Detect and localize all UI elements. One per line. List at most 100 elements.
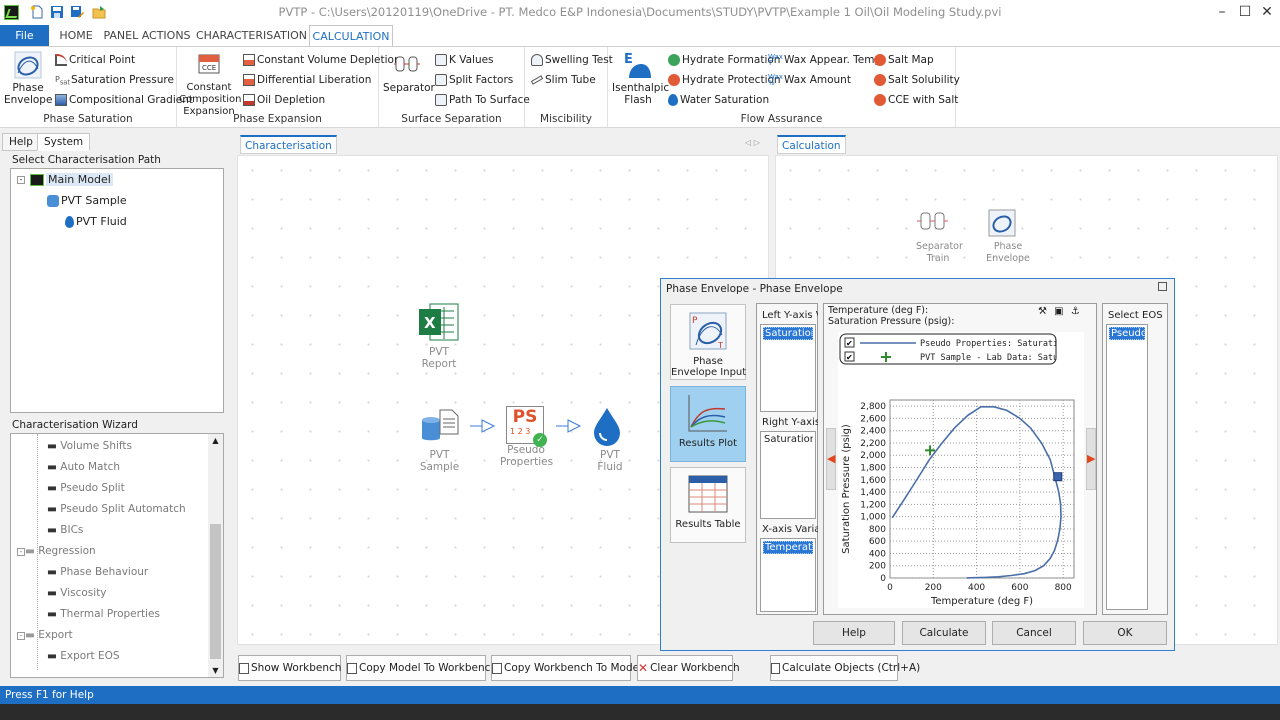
tab-characterisation[interactable]: CHARACTERISATION (196, 25, 307, 46)
phase-envelope-button[interactable]: Phase Envelope (4, 51, 52, 106)
left-y-list[interactable]: Saturation Pressure (760, 324, 816, 412)
cancel-button[interactable]: Cancel (992, 621, 1076, 645)
scroll-thumb[interactable] (210, 524, 221, 659)
collapse-icon[interactable]: - (17, 176, 25, 184)
y-tick-label: 1,200 (860, 500, 886, 510)
close-button[interactable]: ✕ (1256, 2, 1278, 22)
water-saturation-button[interactable]: Water Saturation (668, 91, 769, 109)
minimize-button[interactable]: – (1211, 2, 1233, 22)
wizard-thermal-properties[interactable]: ▬ Thermal Properties (47, 604, 160, 625)
wizard-export[interactable]: - ▬ Export (17, 625, 73, 646)
export-icon[interactable]: ▣ (1054, 306, 1063, 317)
right-y-item[interactable]: Saturation Pressure (763, 434, 813, 447)
oil-depletion-button[interactable]: Oil Depletion (243, 91, 325, 109)
critical-point-button[interactable]: Critical Point (55, 51, 135, 69)
wax-amount-button[interactable]: Wax% Wax Amount (768, 71, 851, 89)
wax-appear-temp-button[interactable]: Wax T Wax Appear. Temp. (768, 51, 884, 69)
wizard-auto-match[interactable]: ▬ Auto Match (47, 457, 120, 478)
cce-with-salt-button[interactable]: CCE with Salt (874, 91, 958, 109)
tools-icon[interactable]: ⚒ (1038, 306, 1047, 317)
x-axis-selected[interactable]: Temperature (763, 541, 813, 554)
prev-plot-arrow[interactable]: ◀ (826, 428, 836, 490)
y-tick-label: 1,800 (860, 464, 886, 474)
settings-icon[interactable]: ⚓ (1071, 306, 1080, 317)
saturation-pressure-button[interactable]: PsatSaturation Pressure (55, 71, 174, 89)
phase-envelope-chart[interactable]: 0 200 400 600 800 0 200 400 600 800 1,000 1,200 1,40… (838, 332, 1084, 608)
salt-map-icon (874, 54, 886, 66)
wizard-phase-behaviour[interactable]: ▬ Phase Behaviour (47, 562, 148, 583)
eos-list[interactable]: Pseudo P (1106, 324, 1148, 610)
cvd-button[interactable]: Constant Volume Depletion (243, 51, 401, 69)
path-to-surface-button[interactable]: Path To Surface (435, 91, 530, 109)
wizard-pseudo-split[interactable]: ▬ Pseudo Split (47, 478, 125, 499)
clear-workbench-button[interactable]: ✕ Clear Workbench (637, 655, 740, 681)
x-axis-list[interactable]: Temperature (760, 538, 816, 612)
scroll-down-icon[interactable]: ▼ (208, 666, 223, 675)
node-pvt-fluid[interactable]: PVT Fluid (590, 406, 634, 473)
results-plot-button[interactable]: Results Plot (670, 386, 746, 462)
tab-calculation-doc[interactable]: Calculation (777, 135, 846, 154)
salt-map-button[interactable]: Salt Map (874, 51, 934, 69)
tree-item-pvt-fluid[interactable]: PVT Fluid (65, 212, 127, 232)
wizard-pseudo-split-automatch[interactable]: ▬ Pseudo Split Automatch (47, 499, 186, 520)
separator-button[interactable]: Separator (383, 51, 435, 94)
maximize-button[interactable]: ☐ (1234, 2, 1256, 22)
ok-button[interactable]: OK (1083, 621, 1167, 645)
tab-panel-actions[interactable]: PANEL ACTIONS (103, 25, 191, 46)
tab-scroll-icons[interactable]: ◁ ▷ (745, 138, 760, 147)
results-table-button[interactable]: Results Table (670, 467, 746, 543)
water-saturation-label: Water Saturation (680, 94, 770, 106)
y-tick-label: 2,600 (860, 414, 886, 424)
left-panel: Help System Select Characterisation Path… (0, 133, 233, 683)
phase-envelope-input-button[interactable]: PT Phase Envelope Input (670, 304, 746, 380)
compositional-gradient-button[interactable]: Compositional Gradient (55, 91, 193, 109)
wizard-viscosity[interactable]: ▬ Viscosity (47, 583, 107, 604)
tab-file[interactable]: File (0, 25, 49, 46)
salt-solubility-button[interactable]: Salt Solubility (874, 71, 960, 89)
scroll-up-icon[interactable]: ▲ (208, 436, 223, 445)
cce-button[interactable]: CCE Constant Composition Expansion (179, 51, 241, 118)
tree-item-pvt-sample[interactable]: PVT Sample (47, 191, 127, 211)
slim-tube-button[interactable]: Slim Tube (530, 71, 596, 89)
swelling-test-button[interactable]: Swelling Test (531, 51, 613, 69)
tab-home[interactable]: HOME (52, 25, 100, 46)
help-button[interactable]: Help (813, 621, 895, 645)
hydrate-protection-button[interactable]: Hydrate Protection (668, 71, 781, 89)
eos-selected[interactable]: Pseudo P (1109, 327, 1145, 340)
tree-item-main-model[interactable]: Main Model (30, 170, 113, 190)
wizard-bics[interactable]: ▬ BICs (47, 520, 83, 541)
node-separator-train[interactable]: Separator Train (916, 208, 963, 265)
node-pseudo-properties[interactable]: PS 1 2 3 ✓ Pseudo Properties (500, 406, 553, 468)
cce-salt-icon (874, 94, 886, 106)
wizard-export-eos[interactable]: ▬ Export EOS (47, 646, 120, 667)
show-workbench-button[interactable]: Show Workbench (238, 655, 341, 681)
right-y-list[interactable]: Saturation Pressure (760, 431, 816, 519)
node-pvt-report[interactable]: X PVT Report (416, 301, 466, 370)
dl-icon (243, 74, 255, 86)
wizard-scrollbar[interactable]: ▲ ▼ (208, 434, 223, 677)
copy-model-to-workbench-button[interactable]: Copy Model To Workbench (346, 655, 497, 681)
dialog-maximize-icon[interactable] (1158, 282, 1167, 291)
split-factors-button[interactable]: Split Factors (435, 71, 513, 89)
y-tick-label: 2,800 (860, 402, 886, 412)
differential-liberation-button[interactable]: Differential Liberation (243, 71, 371, 89)
copy-workbench-to-model-button[interactable]: Copy Workbench To Model (491, 655, 642, 681)
calculate-objects-button[interactable]: Calculate Objects (Ctrl+A) (770, 655, 920, 681)
wizard-volume-shifts[interactable]: ▬ Volume Shifts (47, 436, 132, 457)
tab-help[interactable]: Help (2, 133, 40, 151)
node-label: Separator Train (916, 241, 963, 264)
tab-system[interactable]: System (37, 133, 91, 151)
plot-area[interactable]: 0 200 400 600 800 0 200 400 600 800 1,000 1,200 1,40… (838, 332, 1084, 608)
calculate-button[interactable]: Calculate (902, 621, 986, 645)
wizard-regression[interactable]: - ▬ Regression (17, 541, 96, 562)
tab-calculation[interactable]: CALCULATION (309, 25, 393, 47)
node-pvt-sample[interactable]: PVT Sample (418, 406, 464, 473)
k-values-icon (435, 54, 447, 66)
next-plot-arrow[interactable]: ▶ (1086, 428, 1096, 490)
k-values-button[interactable]: K Values (435, 51, 494, 69)
left-y-selected[interactable]: Saturation Pressure (763, 327, 813, 340)
hydrate-formation-button[interactable]: Hydrate Formation (668, 51, 780, 69)
isenthalpic-flash-button[interactable]: E Isenthalpic Flash (612, 51, 669, 106)
tab-characterisation-doc[interactable]: Characterisation (240, 135, 337, 154)
node-phase-envelope[interactable]: Phase Envelope (986, 208, 1030, 265)
